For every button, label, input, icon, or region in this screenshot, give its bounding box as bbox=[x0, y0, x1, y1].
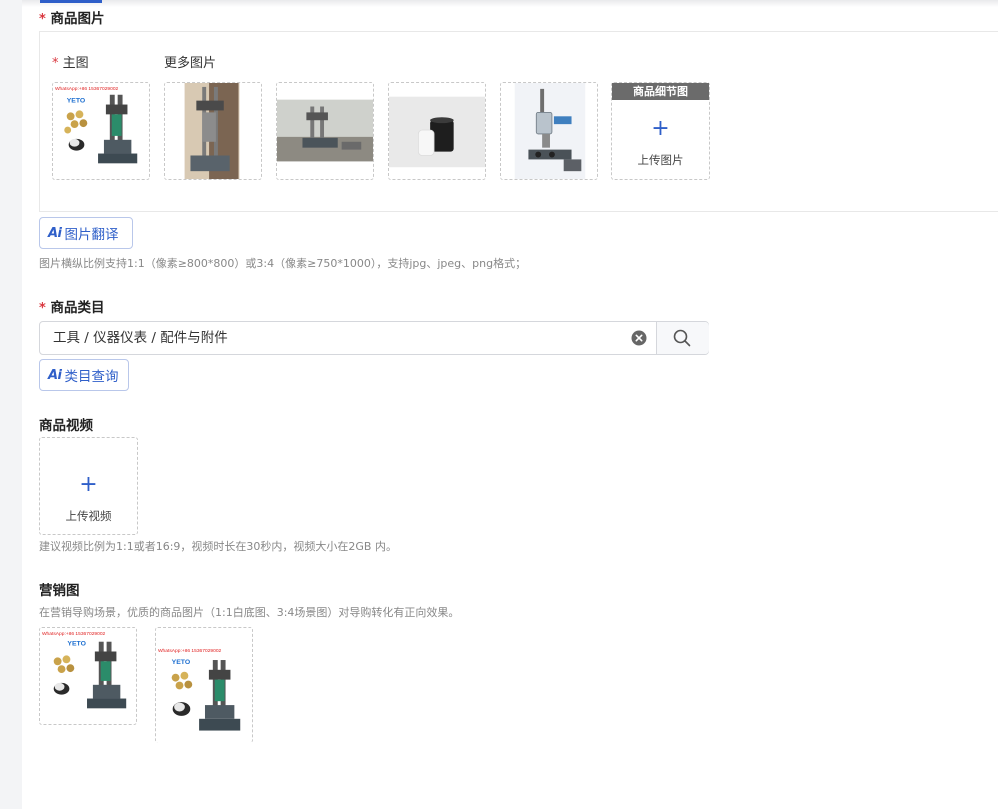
product-images-title: * 商品图片 bbox=[39, 11, 105, 27]
clear-icon[interactable] bbox=[631, 330, 647, 346]
category-title: * 商品类目 bbox=[39, 300, 105, 316]
product-image-4[interactable] bbox=[388, 82, 486, 180]
main-image-thumbnail[interactable]: WhatsApp:+86 15367029002 YETO bbox=[52, 82, 150, 180]
watermark-text: WhatsApp:+86 15367029002 bbox=[42, 631, 106, 637]
video-title: 商品视频 bbox=[39, 418, 93, 434]
product-image-5[interactable] bbox=[500, 82, 598, 180]
ai-image-translate-button[interactable]: Ai 图片翻译 bbox=[39, 217, 133, 249]
marketing-hint: 在营销导购场景，优质的商品图片（1:1白底图、3:4场景图）对导购转化有正向效果… bbox=[39, 606, 460, 619]
plus-icon: + bbox=[651, 116, 670, 141]
product-image-3[interactable] bbox=[276, 82, 374, 180]
required-mark: * bbox=[39, 12, 46, 27]
active-tab-indicator bbox=[40, 0, 102, 3]
required-mark: * bbox=[52, 56, 59, 71]
upload-detail-image-button[interactable]: 商品细节图 + 上传图片 bbox=[611, 82, 710, 180]
brand-logo: YETO bbox=[67, 98, 86, 105]
brand-logo: YETO bbox=[67, 641, 86, 648]
category-search-button[interactable] bbox=[656, 322, 709, 354]
search-icon bbox=[673, 329, 691, 347]
ai-icon: Ai bbox=[48, 367, 62, 383]
watermark-text: WhatsApp:+86 15367029002 bbox=[158, 648, 222, 654]
watermark-text: WhatsApp:+86 15367029002 bbox=[55, 86, 119, 92]
upload-video-button[interactable]: + 上传视频 bbox=[39, 437, 138, 535]
header-shadow bbox=[22, 0, 998, 7]
main-image-label: * 主图 bbox=[52, 56, 89, 71]
category-input[interactable]: 工具 / 仪器仪表 / 配件与附件 bbox=[39, 321, 709, 355]
plus-icon: + bbox=[79, 472, 98, 497]
left-rail bbox=[0, 0, 22, 809]
ai-category-query-label: 类目查询 bbox=[64, 369, 119, 385]
ai-category-query-button[interactable]: Ai 类目查询 bbox=[39, 359, 129, 391]
upload-image-label: 上传图片 bbox=[637, 153, 684, 167]
more-images-label: 更多图片 bbox=[164, 56, 217, 71]
marketing-image-square[interactable]: WhatsApp:+86 15367029002 YETO bbox=[39, 627, 137, 725]
product-image-2[interactable] bbox=[164, 82, 262, 180]
product-images-hint: 图片横纵比例支持1:1（像素≥800*800）或3:4（像素≥750*1000）… bbox=[39, 257, 527, 270]
detail-image-badge: 商品细节图 bbox=[612, 83, 709, 100]
category-value: 工具 / 仪器仪表 / 配件与附件 bbox=[53, 330, 228, 346]
ai-icon: Ai bbox=[48, 225, 62, 241]
required-mark: * bbox=[39, 301, 46, 316]
upload-video-label: 上传视频 bbox=[65, 509, 112, 523]
ai-image-translate-label: 图片翻译 bbox=[64, 227, 119, 243]
marketing-title: 营销图 bbox=[39, 583, 80, 599]
brand-logo: YETO bbox=[172, 659, 191, 666]
video-hint: 建议视频比例为1:1或者16:9，视频时长在30秒内，视频大小在2GB 内。 bbox=[39, 540, 397, 553]
marketing-image-portrait[interactable]: WhatsApp:+86 15367029002 YETO bbox=[155, 627, 253, 743]
